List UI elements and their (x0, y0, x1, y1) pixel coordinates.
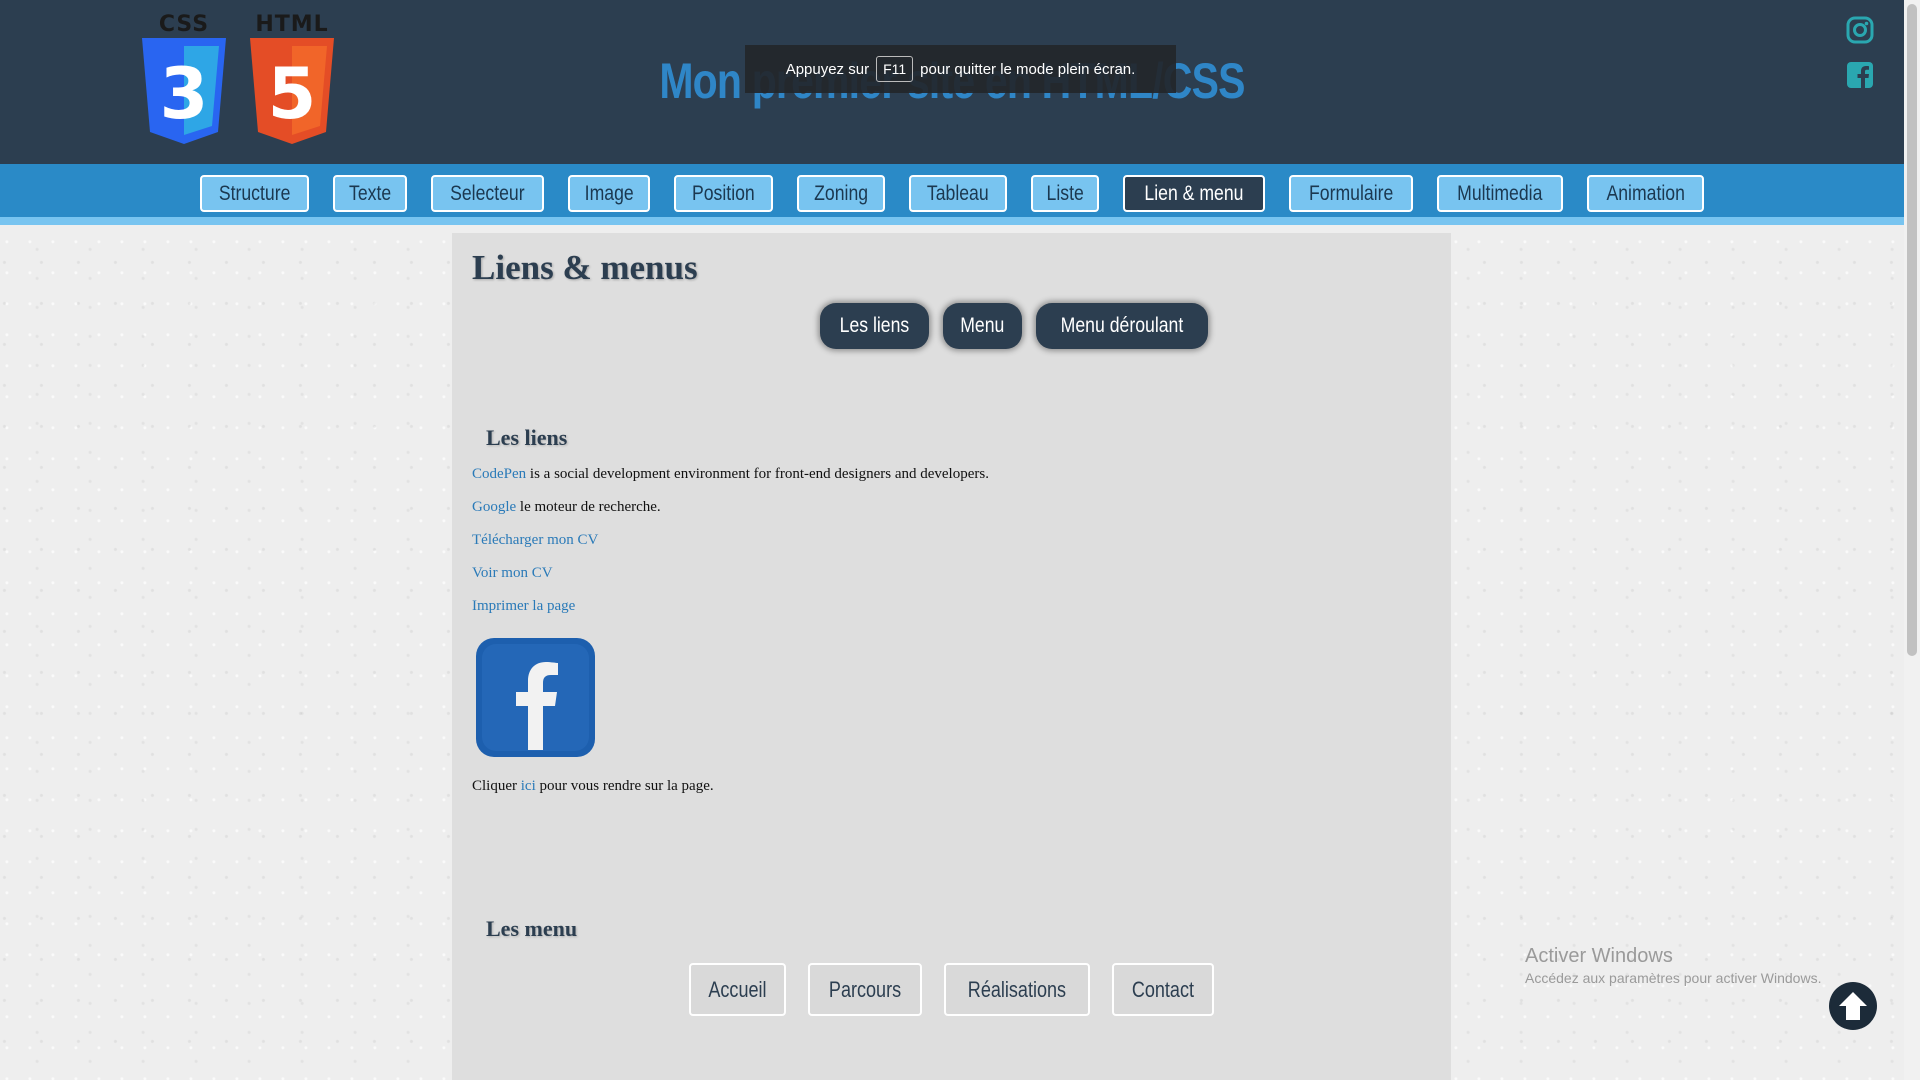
watermark-line-2: Accédez aux paramètres pour activer Wind… (1525, 970, 1822, 986)
fullscreen-notice-before: Appuyez sur (785, 60, 870, 78)
site-header: CSS 3 HTML 5 Mon premier site en HTML/CS… (0, 0, 1904, 164)
section-pills: Les liens Menu Menu déroulant (452, 303, 1451, 349)
fullscreen-key: F11 (876, 56, 914, 82)
nav-item-position[interactable]: Position (674, 175, 773, 212)
cv-view-link[interactable]: Voir mon CV (472, 565, 553, 581)
fullscreen-notice: Appuyez sur F11 pour quitter le mode ple… (745, 45, 1176, 93)
facebook-icon[interactable] (1846, 61, 1874, 89)
nav-item-label: Structure (218, 181, 291, 205)
pill-label: Menu déroulant (1060, 314, 1183, 337)
nav-item-label: Animation (1606, 181, 1685, 205)
nav-item-animation[interactable]: Animation (1586, 175, 1705, 212)
html-logo-label: HTML (255, 12, 329, 37)
menu-item-parcours[interactable]: Parcours (808, 963, 923, 1016)
codepen-description: is a social development environment for … (526, 466, 989, 482)
codepen-line: CodePen is a social development environm… (472, 466, 989, 483)
google-link[interactable]: Google (472, 499, 516, 515)
nav-item-image[interactable]: Image (567, 175, 651, 212)
pill-les-liens[interactable]: Les liens (820, 303, 930, 349)
nav-item-label: Selecteur (450, 181, 525, 205)
nav-item-label: Texte (348, 181, 392, 205)
google-line: Google le moteur de recherche. (472, 499, 661, 516)
arrow-up-icon (1831, 984, 1875, 1028)
google-description: le moteur de recherche. (516, 499, 661, 515)
menu-item-realisations[interactable]: Réalisations (944, 963, 1090, 1016)
nav-item-tableau[interactable]: Tableau (909, 175, 1007, 212)
click-here-after: pour vous rendre sur la page. (535, 778, 714, 794)
nav-item-label: Liste (1046, 181, 1084, 205)
click-here-before: Cliquer (472, 778, 521, 794)
nav-item-label: Position (692, 181, 755, 205)
fullscreen-notice-after: pour quitter le mode plein écran. (920, 60, 1136, 78)
main-content: Liens & menus Les liens Menu Menu déroul… (452, 233, 1451, 1080)
windows-activation-watermark: Activer Windows Accédez aux paramètres p… (1525, 945, 1821, 986)
pill-label: Menu (960, 314, 1005, 337)
cv-view-line: Voir mon CV (472, 565, 553, 582)
menu-item-contact[interactable]: Contact (1111, 963, 1214, 1016)
nav-item-label: Zoning (814, 181, 869, 205)
demo-menu: Accueil Parcours Réalisations Contact (452, 963, 1451, 1016)
watermark-line-1: Activer Windows (1525, 945, 1673, 967)
nav-item-zoning[interactable]: Zoning (796, 175, 886, 212)
codepen-link[interactable]: CodePen (472, 466, 526, 482)
pill-menu-deroulant[interactable]: Menu déroulant (1035, 303, 1208, 349)
click-here-line: Cliquer ici pour vous rendre sur la page… (472, 778, 714, 795)
nav-item-label: Tableau (927, 181, 989, 205)
menu-item-label: Contact (1131, 976, 1194, 1002)
instagram-icon[interactable] (1846, 16, 1874, 44)
back-to-top-button[interactable] (1829, 982, 1877, 1030)
print-link[interactable]: Imprimer la page (472, 598, 575, 614)
nav-item-label: Multimedia (1457, 181, 1543, 205)
click-here-link[interactable]: ici (521, 778, 536, 794)
vertical-scrollbar[interactable] (1904, 0, 1920, 1080)
nav-item-label: Lien & menu (1144, 181, 1244, 205)
menu-item-label: Accueil (708, 976, 767, 1002)
cv-download-link[interactable]: Télécharger mon CV (472, 532, 598, 548)
menu-item-label: Réalisations (967, 976, 1067, 1002)
nav-item-label: Formulaire (1309, 181, 1394, 205)
menu-item-accueil[interactable]: Accueil (689, 963, 787, 1016)
nav-items: Structure Texte Selecteur Image Position… (0, 175, 1904, 212)
links-section-title: Les liens (486, 425, 568, 450)
nav-item-texte[interactable]: Texte (332, 175, 408, 212)
menu-section-title: Les menu (486, 916, 578, 941)
page-title: Liens & menus (472, 248, 698, 287)
nav-item-structure[interactable]: Structure (199, 175, 309, 212)
nav-item-multimedia[interactable]: Multimedia (1437, 175, 1563, 212)
menu-item-label: Parcours (829, 976, 902, 1002)
nav-item-label: Image (584, 181, 634, 205)
facebook-image-link[interactable] (476, 638, 595, 757)
pill-menu[interactable]: Menu (943, 303, 1022, 349)
nav-item-selecteur[interactable]: Selecteur (431, 175, 544, 212)
pill-label: Les liens (839, 314, 910, 337)
main-nav: Structure Texte Selecteur Image Position… (0, 164, 1904, 225)
css-logo-label: CSS (158, 12, 210, 37)
scrollbar-thumb[interactable] (1907, 4, 1917, 656)
nav-item-lien-menu[interactable]: Lien & menu (1123, 175, 1265, 212)
nav-item-liste[interactable]: Liste (1030, 175, 1100, 212)
print-line: Imprimer la page (472, 598, 575, 615)
nav-item-formulaire[interactable]: Formulaire (1288, 175, 1414, 212)
facebook-logo-icon (476, 638, 595, 757)
cv-download-line: Télécharger mon CV (472, 532, 598, 549)
